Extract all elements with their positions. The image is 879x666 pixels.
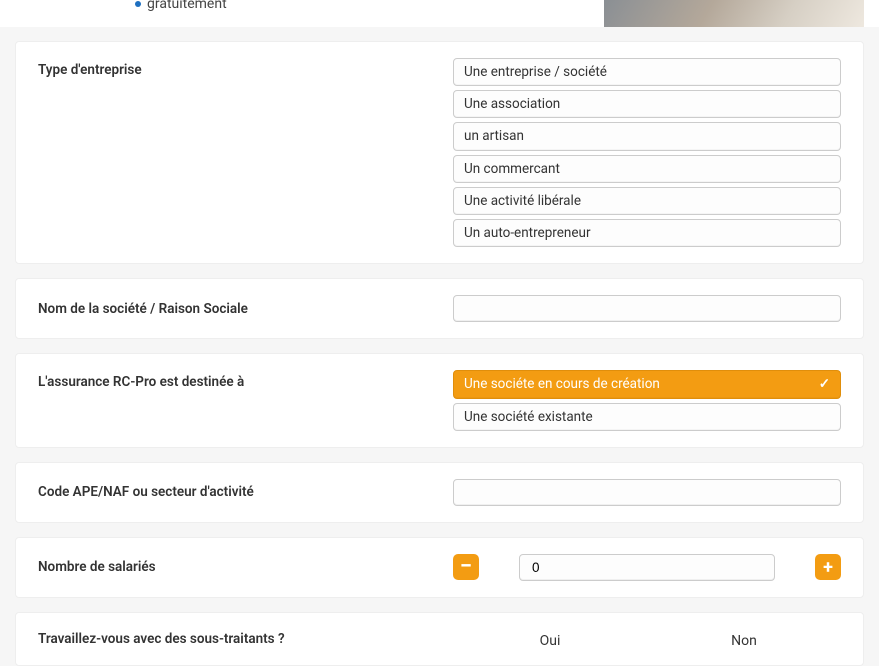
option-sous-traitants-non[interactable]: Non bbox=[647, 633, 841, 649]
hero-banner: gratuitement bbox=[0, 0, 879, 27]
question-type-entreprise: Type d'entreprise Une entreprise / socié… bbox=[15, 41, 864, 264]
question-destinee-a: L'assurance RC-Pro est destinée à Une so… bbox=[15, 353, 864, 447]
label-nom-societe: Nom de la société / Raison Sociale bbox=[38, 301, 453, 317]
label-destinee-a: L'assurance RC-Pro est destinée à bbox=[38, 370, 453, 390]
option-destinee-existante[interactable]: Une société existante bbox=[453, 403, 841, 431]
option-type-artisan[interactable]: un artisan bbox=[453, 122, 841, 150]
option-sous-traitants-oui[interactable]: Oui bbox=[453, 633, 647, 649]
option-type-association[interactable]: Une association bbox=[453, 90, 841, 118]
question-sous-traitants: Travaillez-vous avec des sous-traitants … bbox=[15, 612, 864, 666]
option-type-autoentrepreneur[interactable]: Un auto-entrepreneur bbox=[453, 219, 841, 247]
label-nombre-salaries: Nombre de salariés bbox=[38, 559, 453, 575]
option-destinee-creation[interactable]: Une sociéte en cours de création bbox=[453, 370, 841, 398]
question-code-ape: Code APE/NAF ou secteur d'activité bbox=[15, 462, 864, 523]
input-nombre-salaries[interactable] bbox=[519, 554, 775, 581]
hero-bullet-line: gratuitement bbox=[135, 0, 227, 12]
label-code-ape: Code APE/NAF ou secteur d'activité bbox=[38, 484, 453, 500]
option-type-liberale[interactable]: Une activité libérale bbox=[453, 187, 841, 215]
option-type-commercant[interactable]: Un commercant bbox=[453, 155, 841, 183]
stepper-plus-button[interactable]: + bbox=[815, 554, 841, 580]
label-sous-traitants: Travaillez-vous avec des sous-traitants … bbox=[38, 631, 453, 647]
bullet-icon bbox=[135, 1, 141, 7]
hero-image bbox=[604, 0, 864, 27]
option-type-entreprise[interactable]: Une entreprise / société bbox=[453, 58, 841, 86]
question-nom-societe: Nom de la société / Raison Sociale bbox=[15, 278, 864, 339]
hero-bullet-text: gratuitement bbox=[147, 0, 227, 12]
label-type-entreprise: Type d'entreprise bbox=[38, 58, 453, 78]
input-nom-societe[interactable] bbox=[453, 295, 841, 322]
input-code-ape[interactable] bbox=[453, 479, 841, 506]
question-nombre-salaries: Nombre de salariés − + bbox=[15, 537, 864, 598]
stepper-minus-button[interactable]: − bbox=[453, 554, 479, 580]
